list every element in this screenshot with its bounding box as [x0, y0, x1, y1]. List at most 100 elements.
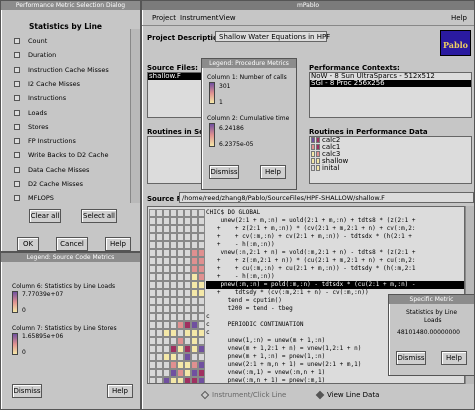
source-legend-help-button[interactable]: Help	[107, 384, 133, 398]
menu-project[interactable]: Project	[152, 14, 176, 22]
line-metric-cell	[191, 321, 198, 329]
routines-in-perf-label: Routines in Performance Data	[309, 128, 428, 136]
column1-swatch	[209, 82, 215, 104]
line-metric-cell	[177, 305, 184, 313]
line-metric-cell	[184, 321, 191, 329]
line-metric-cell	[149, 321, 156, 329]
proc-legend-help-button[interactable]: Help	[260, 165, 286, 179]
source-legend-dismiss-button[interactable]: Dismiss	[12, 384, 42, 398]
metric-checkbox[interactable]	[14, 152, 20, 159]
line-metric-cell	[163, 369, 170, 377]
line-metric-cell	[156, 265, 163, 273]
menu-view[interactable]: View	[219, 14, 236, 22]
code-line[interactable]: unew(2:1 + m,:n) = uold(2:1 + m,:n) + td…	[206, 217, 464, 225]
proc-legend-dismiss-button[interactable]: Dismiss	[209, 165, 239, 179]
source-file-path-field[interactable]: /home/reed/zhang8/Pablo/SourceFiles/HPF-…	[179, 192, 474, 203]
line-metric-cell	[170, 249, 177, 257]
line-metric-cell	[198, 249, 205, 257]
code-line[interactable]: + - h(:m,:n))	[206, 241, 464, 249]
metric-checkbox[interactable]	[14, 181, 20, 187]
view-line-data-radio[interactable]	[315, 390, 325, 400]
help-button[interactable]: Help	[105, 237, 131, 251]
metric-checkbox[interactable]	[14, 166, 20, 173]
line-metric-cell	[149, 265, 156, 273]
mpablo-titlebar[interactable]: mPablo	[142, 1, 474, 10]
code-line[interactable]: + + cv(:m,:n) + cv(2:1 + m,:n)) - tdtsdx…	[206, 233, 464, 241]
menu-instrument[interactable]: Instrument	[180, 14, 219, 22]
line-metric-cell	[184, 313, 191, 321]
line-metric-cell	[156, 337, 163, 345]
line-metric-cell	[184, 257, 191, 265]
line-metric-cell	[191, 257, 198, 265]
line-metric-cell	[191, 249, 198, 257]
metric-list-scrollbar[interactable]	[130, 29, 140, 203]
line-metric-cell	[184, 217, 191, 225]
metric-checkbox[interactable]	[14, 195, 20, 202]
line-metric-cell	[156, 329, 163, 337]
cancel-button[interactable]: Cancel	[56, 237, 88, 251]
routine-metric-cell	[316, 137, 320, 143]
column2-min: 6.2375e-05	[219, 141, 254, 148]
line-metric-cell	[156, 345, 163, 353]
source-code-legend: Legend: Source Code Metrics Column 6: St…	[0, 252, 141, 410]
clear-all-button[interactable]: Clear all	[29, 209, 61, 223]
specific-help-button[interactable]: Help	[441, 351, 467, 365]
code-line[interactable]: vnew(:n,2:1 + n) = vold(:m,2:1 + n) - td…	[206, 249, 464, 257]
line-metric-cell	[156, 305, 163, 313]
metric-checkbox[interactable]	[14, 109, 20, 116]
column6-label: Column 6: Statistics by Line Loads	[12, 283, 116, 290]
instrument-click-line-radio[interactable]	[200, 390, 210, 400]
line-metric-cell	[163, 345, 170, 353]
select-all-button[interactable]: Select all	[81, 209, 117, 223]
line-metric-cell	[191, 313, 198, 321]
routines-in-perf-list[interactable]: calc2 calc1 calc3 shallow inital	[309, 136, 472, 184]
line-metric-cell	[191, 297, 198, 305]
perf-context-item[interactable]: SGI - 8 Proc 256x256	[310, 80, 471, 87]
code-line[interactable]: + + z(:m,2:1 + n)) * (cu(2:1 + m,2:1 + n…	[206, 257, 464, 265]
ok-button[interactable]: OK	[17, 237, 39, 251]
code-line[interactable]: CHIC$ DO GLOBAL	[206, 209, 464, 217]
line-metric-cell	[184, 273, 191, 281]
line-metric-cell	[170, 321, 177, 329]
code-line[interactable]: + - h(:m,:n))	[206, 273, 464, 281]
code-line[interactable]: pnew(:m,n + 1) = pnew(:m,1)	[206, 377, 464, 383]
metric-checkbox[interactable]	[14, 80, 20, 87]
source-legend-titlebar[interactable]: Legend: Source Code Metrics	[1, 253, 140, 262]
menu-help[interactable]: Help	[451, 14, 467, 22]
line-metric-cell	[163, 265, 170, 273]
line-metric-cell	[170, 281, 177, 289]
line-metric-cell	[177, 209, 184, 217]
specific-metric-titlebar[interactable]: Specific Metric	[389, 295, 474, 304]
code-line[interactable]: + + z(2:1 + m,:n)) * (cv(2:1 + m,2:1 + n…	[206, 225, 464, 233]
line-metric-cell	[149, 233, 156, 241]
metric-checkbox[interactable]	[14, 66, 20, 73]
metric-checkbox[interactable]	[14, 138, 20, 145]
line-metric-cell	[191, 273, 198, 281]
code-line[interactable]: pnew(:m,:n) = pold(:m,:n) - tdtsdx * (cu…	[206, 281, 464, 289]
column2-max: 6.24186	[219, 125, 244, 132]
line-metric-cell	[184, 233, 191, 241]
performance-contexts-list[interactable]: NoW - 8 Sun UltraSparcs - 512x512 SGI - …	[309, 72, 472, 118]
line-metric-cell	[170, 313, 177, 321]
line-metric-cell	[149, 305, 156, 313]
routine-perf-item[interactable]: inital	[311, 165, 471, 172]
line-metric-cell	[170, 273, 177, 281]
line-metric-cell	[170, 209, 177, 217]
metric-checkbox[interactable]	[14, 123, 20, 130]
line-metric-cell	[170, 217, 177, 225]
project-description-field[interactable]: Shallow Water Equations in HPF	[215, 31, 330, 42]
line-metric-cell	[177, 369, 184, 377]
line-metric-cell	[163, 297, 170, 305]
metric-checkbox[interactable]	[14, 95, 20, 102]
metric-checkbox[interactable]	[14, 52, 20, 59]
metric-checkbox[interactable]	[14, 38, 20, 44]
column7-swatch	[12, 333, 18, 355]
proc-legend-titlebar[interactable]: Legend: Procedure Metrics	[202, 59, 296, 68]
line-metric-cell	[198, 361, 205, 369]
specific-dismiss-button[interactable]: Dismiss	[396, 351, 426, 365]
routines-in-source-list[interactable]	[147, 136, 203, 184]
code-line[interactable]: + + cu(:m,:n) + cu(2:1 + m,:n)) - tdtsdy…	[206, 265, 464, 273]
metric-dialog-titlebar[interactable]: Performance Metric Selection Dialog	[1, 1, 140, 10]
line-metric-cell	[198, 313, 205, 321]
project-description-label: Project Description:	[147, 34, 226, 42]
